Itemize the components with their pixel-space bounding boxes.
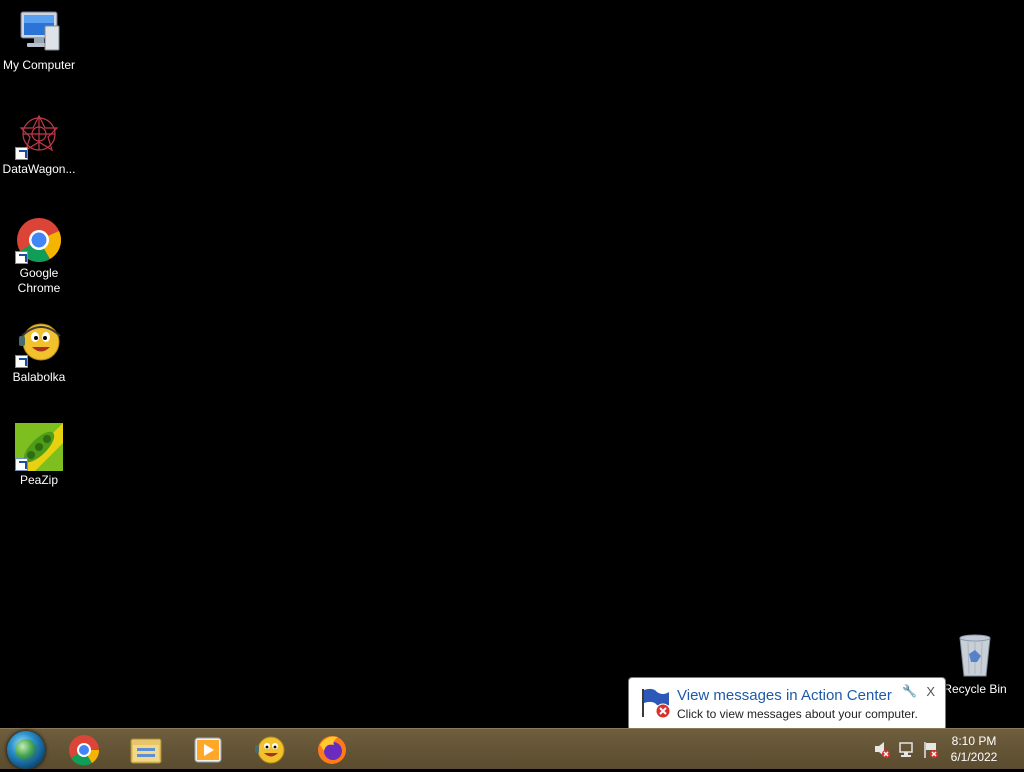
recycle-bin-icon [951, 632, 999, 680]
desktop-icon-label: My Computer [2, 58, 76, 72]
shortcut-arrow-icon [15, 147, 28, 160]
wrench-icon[interactable]: 🔧 [902, 684, 917, 698]
tray-network[interactable] [897, 735, 917, 763]
system-clock[interactable]: 8:10 PM 6/1/2022 [944, 733, 1004, 765]
close-button[interactable]: X [926, 684, 935, 699]
tray-volume[interactable] [872, 735, 892, 763]
balabolka-icon [15, 320, 63, 368]
notification-title[interactable]: View messages in Action Center [677, 687, 892, 704]
clock-date: 6/1/2022 [950, 750, 998, 764]
taskbar-firefox-button[interactable] [312, 733, 352, 767]
notification-message[interactable]: Click to view messages about your comput… [677, 707, 918, 721]
desktop-icon-peazip[interactable]: PeaZip [0, 423, 78, 488]
peazip-icon [15, 423, 63, 471]
taskbar-balabolka-button[interactable] [250, 733, 290, 767]
desktop-icon-label: Google Chrome [17, 266, 61, 295]
file-explorer-icon [130, 738, 162, 764]
taskbar-chrome-button[interactable] [64, 733, 104, 767]
desktop-icon-datawagon[interactable]: DataWagon... [0, 112, 78, 177]
shortcut-arrow-icon [15, 251, 28, 264]
action-center-flag-icon [924, 742, 938, 758]
shortcut-arrow-icon [15, 458, 28, 471]
chrome-icon [15, 216, 63, 264]
tray-action-center[interactable] [921, 735, 941, 763]
action-center-notification[interactable]: View messages in Action Center Click to … [628, 677, 946, 740]
firefox-icon [318, 736, 346, 764]
desktop-icon-google-chrome[interactable]: Google Chrome [0, 216, 78, 296]
desktop-icon-recycle-bin[interactable]: Recycle Bin [936, 632, 1014, 697]
desktop-icon-label: DataWagon... [2, 162, 76, 176]
desktop-icon-balabolka[interactable]: Balabolka [0, 320, 78, 385]
shortcut-arrow-icon [15, 355, 28, 368]
taskbar-file-explorer-button[interactable] [126, 733, 166, 767]
chrome-icon [69, 735, 100, 766]
volume-muted-icon [875, 742, 890, 758]
media-player-icon [194, 737, 222, 763]
datawagon-icon [15, 112, 63, 160]
start-button[interactable] [7, 731, 45, 769]
taskbar-media-player-button[interactable] [188, 733, 228, 767]
computer-icon [15, 8, 63, 56]
clock-time: 8:10 PM [951, 734, 997, 748]
desktop-icon-label: PeaZip [19, 473, 59, 487]
network-icon [899, 742, 913, 757]
action-center-flag-icon [639, 687, 671, 719]
desktop-icon-label: Balabolka [12, 370, 66, 384]
desktop-icon-my-computer[interactable]: My Computer [0, 8, 78, 73]
balabolka-icon [255, 736, 285, 764]
desktop-icon-label: Recycle Bin [943, 682, 1007, 696]
taskbar: 8:10 PM 6/1/2022 [0, 728, 1024, 769]
